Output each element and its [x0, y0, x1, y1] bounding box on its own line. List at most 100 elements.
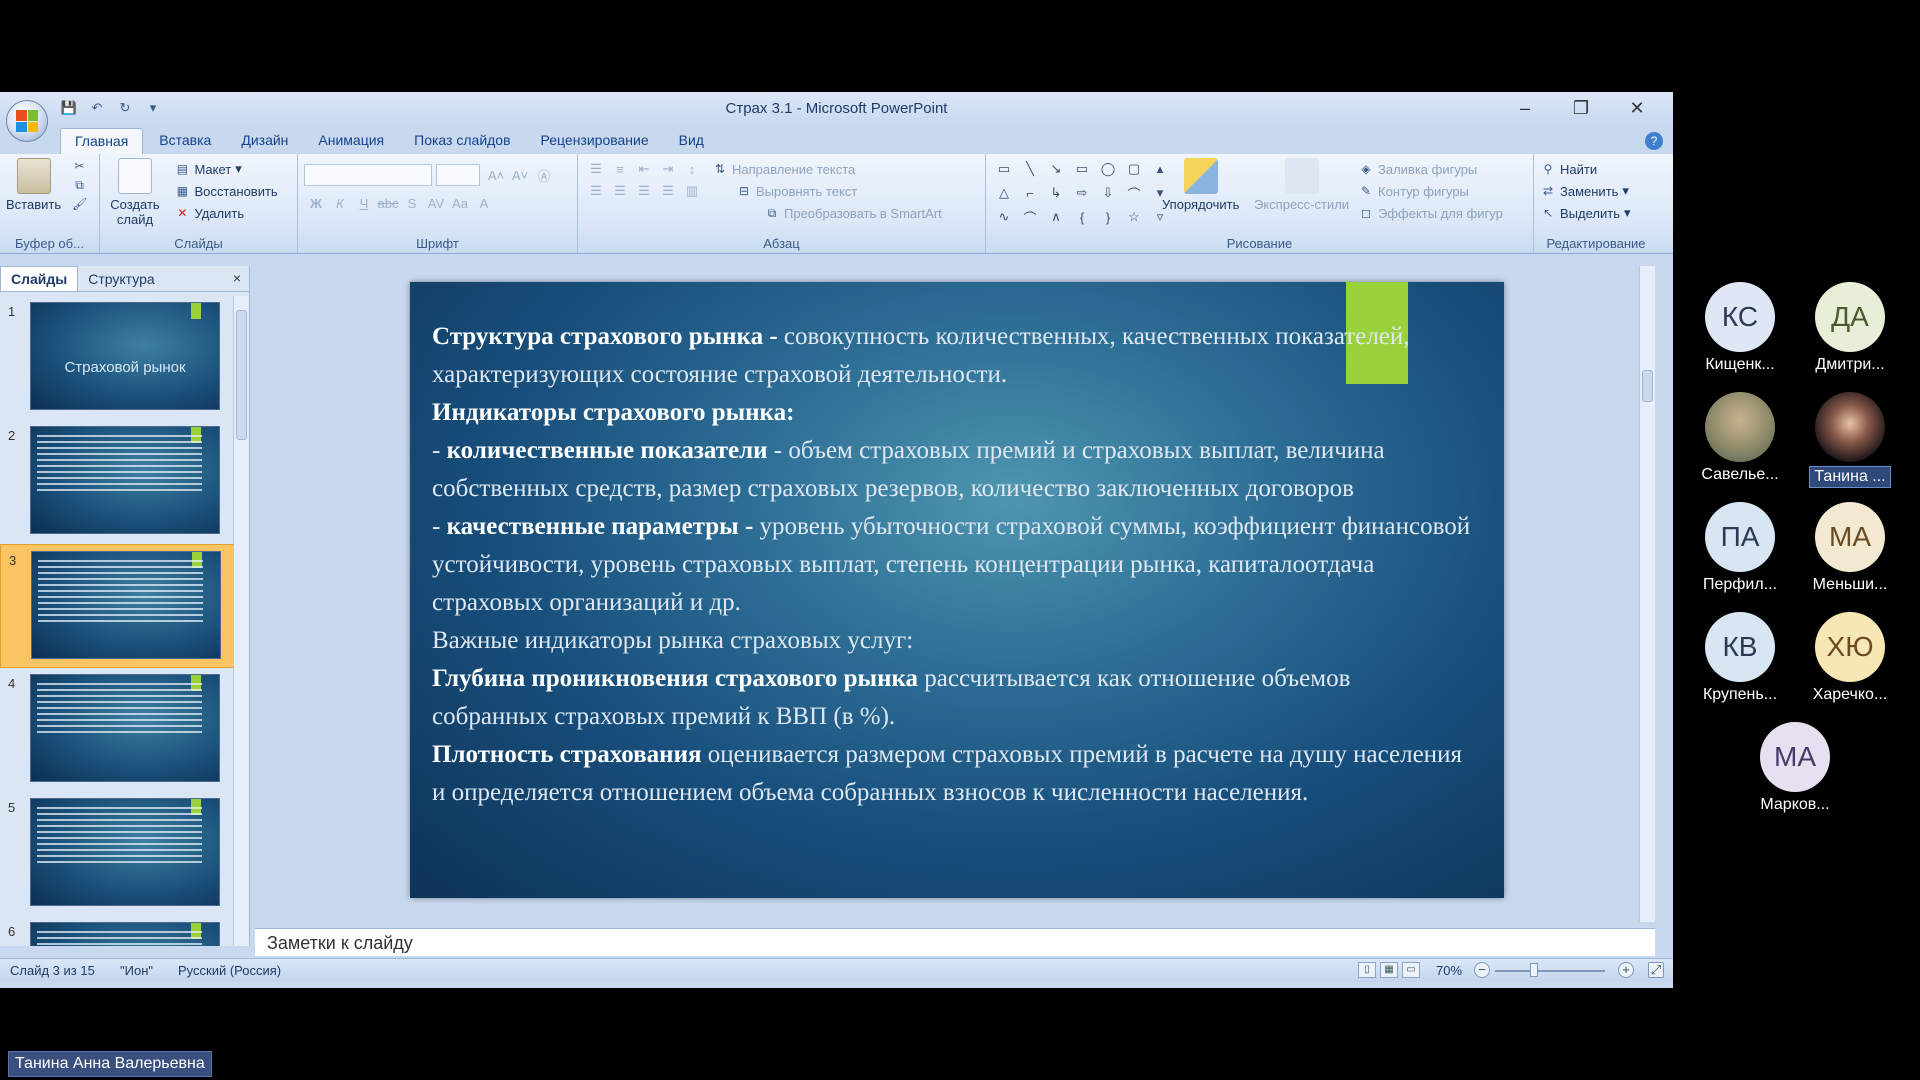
rectangle-shape-icon[interactable]: ▭ — [1070, 158, 1094, 180]
new-slide-button[interactable]: Создать слайд — [106, 158, 164, 227]
tab-home[interactable]: Главная — [60, 128, 144, 154]
paste-button[interactable]: Вставить — [6, 158, 61, 212]
office-button[interactable] — [6, 100, 48, 142]
slide-body-text[interactable]: Структура страхового рынка - совокупност… — [432, 318, 1472, 812]
slide-thumbnail[interactable] — [30, 798, 220, 906]
char-spacing-icon[interactable]: AV — [424, 192, 448, 214]
slide-thumbnail-row-selected[interactable]: 3 — [0, 544, 234, 668]
scrollbar-thumb[interactable] — [236, 310, 247, 440]
participant-tile[interactable]: Савелье... — [1690, 392, 1790, 484]
normal-view-icon[interactable]: ▯ — [1358, 962, 1376, 978]
replace-button[interactable]: ⇄ Заменить ▾ — [1540, 180, 1652, 202]
bent-shape-icon[interactable]: ∧ — [1044, 206, 1068, 228]
triangle-shape-icon[interactable]: △ — [992, 182, 1016, 204]
participant-tile-speaking[interactable]: Танина ... — [1800, 392, 1900, 488]
slide-thumbnail[interactable] — [31, 551, 221, 659]
tab-slides[interactable]: Слайды — [0, 266, 79, 291]
canvas-scrollbar[interactable] — [1639, 266, 1655, 922]
tab-insert[interactable]: Вставка — [145, 128, 225, 154]
arrow-line-shape-icon[interactable]: ↘ — [1044, 158, 1068, 180]
tab-slideshow[interactable]: Показ слайдов — [400, 128, 524, 154]
underline-icon[interactable]: Ч — [352, 192, 376, 214]
change-case-icon[interactable]: Aa — [448, 192, 472, 214]
delete-slide-button[interactable]: ✕ Удалить — [174, 202, 277, 224]
slide-thumbnail-row[interactable]: 1 Страховой рынок — [0, 296, 234, 420]
slide-thumbnail[interactable] — [30, 674, 220, 782]
find-button[interactable]: ⚲ Найти — [1540, 158, 1652, 180]
reset-button[interactable]: ▦ Восстановить — [174, 180, 278, 202]
zoom-slider[interactable] — [1495, 970, 1605, 972]
numbering-icon[interactable]: ≡ — [608, 158, 632, 180]
language-indicator[interactable]: Русский (Россия) — [178, 963, 281, 978]
oval-shape-icon[interactable]: ◯ — [1096, 158, 1120, 180]
slide-sorter-icon[interactable]: ▦ — [1380, 962, 1398, 978]
font-size-combo[interactable] — [436, 164, 480, 186]
close-icon[interactable]: × — [233, 270, 241, 286]
bold-icon[interactable]: Ж — [304, 192, 328, 214]
cut-icon[interactable]: ✂ — [72, 158, 88, 174]
current-slide[interactable]: Структура страхового рынка - совокупност… — [410, 282, 1504, 898]
select-button[interactable]: ↖ Выделить ▾ — [1540, 202, 1652, 224]
decrease-indent-icon[interactable]: ⇤ — [632, 158, 656, 180]
participant-tile[interactable]: КС Кищенк... — [1690, 282, 1790, 374]
shape-fill-button[interactable]: ◈ Заливка фигуры — [1358, 158, 1503, 180]
tab-animation[interactable]: Анимация — [304, 128, 398, 154]
shadow-icon[interactable]: S — [400, 192, 424, 214]
redo-icon[interactable]: ↻ — [116, 99, 134, 117]
convert-smartart-button[interactable]: ⧉ Преобразовать в SmartArt — [764, 202, 979, 224]
star-shape-icon[interactable]: ☆ — [1122, 206, 1146, 228]
slideshow-view-icon[interactable]: ▭ — [1402, 962, 1420, 978]
zoom-level[interactable]: 70% — [1436, 963, 1462, 978]
participant-tile[interactable]: МА Меньши... — [1800, 502, 1900, 594]
save-icon[interactable]: 💾 — [60, 99, 78, 117]
right-arrow-shape-icon[interactable]: ⇨ — [1070, 182, 1094, 204]
quick-styles-button[interactable]: Экспресс-стили — [1254, 158, 1349, 212]
undo-icon[interactable]: ↶ — [88, 99, 106, 117]
clear-format-icon[interactable]: Ⓐ — [532, 164, 556, 186]
shrink-font-icon[interactable]: A˅ — [508, 164, 532, 186]
brace-right-icon[interactable]: } — [1096, 206, 1120, 228]
align-center-icon[interactable]: ☰ — [608, 180, 632, 202]
grow-font-icon[interactable]: A˄ — [484, 164, 508, 186]
participant-tile[interactable]: ХЮ Харечко... — [1800, 612, 1900, 704]
slide-thumbnail-row[interactable]: 6 — [0, 916, 234, 946]
tab-review[interactable]: Рецензирование — [527, 128, 663, 154]
format-painter-icon[interactable]: 🖌 — [72, 196, 88, 212]
copy-icon[interactable]: ⧉ — [72, 177, 88, 193]
italic-icon[interactable]: К — [328, 192, 352, 214]
zoom-in-icon[interactable]: + — [1618, 962, 1634, 978]
align-right-icon[interactable]: ☰ — [632, 180, 656, 202]
minimize-button[interactable]: – — [1497, 94, 1553, 122]
shape-effects-button[interactable]: ◻ Эффекты для фигур — [1358, 202, 1503, 224]
brace-left-icon[interactable]: { — [1070, 206, 1094, 228]
rounded-rect-shape-icon[interactable]: ▢ — [1122, 158, 1146, 180]
increase-indent-icon[interactable]: ⇥ — [656, 158, 680, 180]
close-button[interactable]: ✕ — [1609, 94, 1665, 122]
bullets-icon[interactable]: ☰ — [584, 158, 608, 180]
zoom-out-icon[interactable]: − — [1474, 962, 1490, 978]
slide-thumbnail-row[interactable]: 2 — [0, 420, 234, 544]
slide-thumbnail-row[interactable]: 5 — [0, 792, 234, 916]
tab-design[interactable]: Дизайн — [227, 128, 302, 154]
slide-thumbnail[interactable] — [30, 922, 220, 946]
justify-icon[interactable]: ☰ — [656, 180, 680, 202]
zoom-slider-knob[interactable] — [1530, 963, 1538, 977]
restore-button[interactable]: ❐ — [1553, 94, 1609, 122]
fit-to-window-icon[interactable]: ⤢ — [1648, 962, 1664, 978]
align-text-button[interactable]: ⊟ Выровнять текст — [736, 180, 857, 202]
participant-tile[interactable]: ДА Дмитри... — [1800, 282, 1900, 374]
elbow-connector-icon[interactable]: ⌐ — [1018, 182, 1042, 204]
tab-outline[interactable]: Структура — [78, 267, 164, 291]
align-left-icon[interactable]: ☰ — [584, 180, 608, 202]
slide-thumbnail[interactable]: Страховой рынок — [30, 302, 220, 410]
tab-view[interactable]: Вид — [665, 128, 718, 154]
help-icon[interactable]: ? — [1645, 132, 1663, 150]
customize-icon[interactable]: ▾ — [144, 99, 162, 117]
freeform-shape-icon[interactable]: ⌒ — [1122, 182, 1146, 204]
participant-tile[interactable]: ПА Перфил... — [1690, 502, 1790, 594]
thumbnails-scrollbar[interactable] — [233, 296, 249, 946]
line-shape-icon[interactable]: ╲ — [1018, 158, 1042, 180]
columns-icon[interactable]: ▥ — [680, 180, 704, 202]
slide-thumbnail-row[interactable]: 4 — [0, 668, 234, 792]
participant-tile[interactable]: МА Марков... — [1745, 722, 1845, 814]
